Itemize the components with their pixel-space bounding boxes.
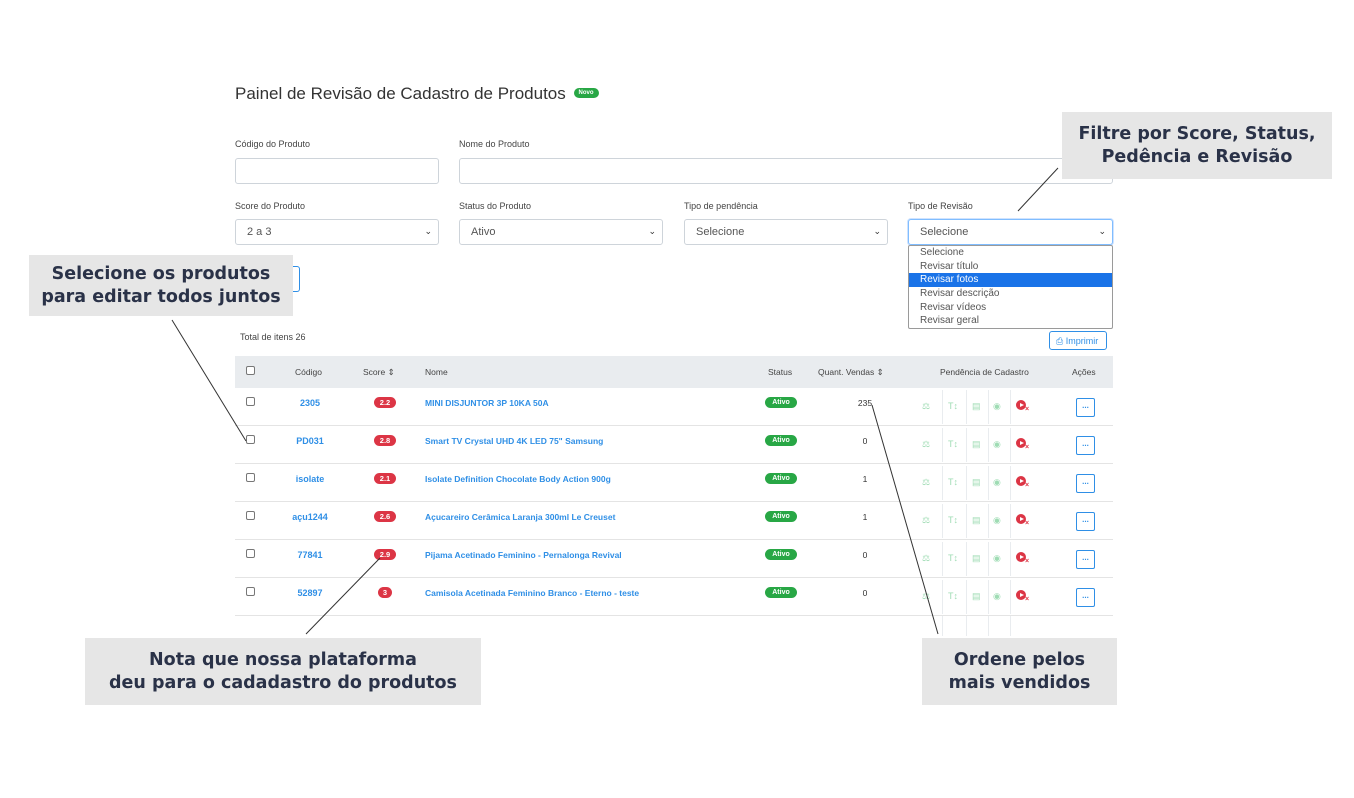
select-pointer-line	[171, 319, 247, 442]
callout-select-line: Selecione os produtos	[51, 263, 271, 284]
callout-select: Selecione os produtos para editar todos …	[29, 255, 293, 316]
callout-select-line: para editar todos juntos	[41, 286, 281, 307]
callout-score: Nota que nossa plataforma deu para o cad…	[85, 638, 481, 705]
callout-filter-line: Filtre por Score, Status,	[1078, 123, 1316, 144]
callout-sales-line: Ordene pelos	[953, 649, 1086, 670]
callout-filter-line: Pedência e Revisão	[1101, 146, 1293, 167]
callout-sales: Ordene pelos mais vendidos	[922, 638, 1117, 705]
filter-pointer-line	[1017, 167, 1059, 212]
sales-pointer-line	[871, 404, 939, 635]
score-pointer-line	[305, 557, 381, 635]
callout-filter: Filtre por Score, Status, Pedência e Rev…	[1062, 112, 1332, 179]
callout-sales-line: mais vendidos	[948, 672, 1091, 693]
callout-score-line: Nota que nossa plataforma	[149, 649, 417, 670]
callout-score-line: deu para o cadadastro do produtos	[109, 672, 457, 693]
